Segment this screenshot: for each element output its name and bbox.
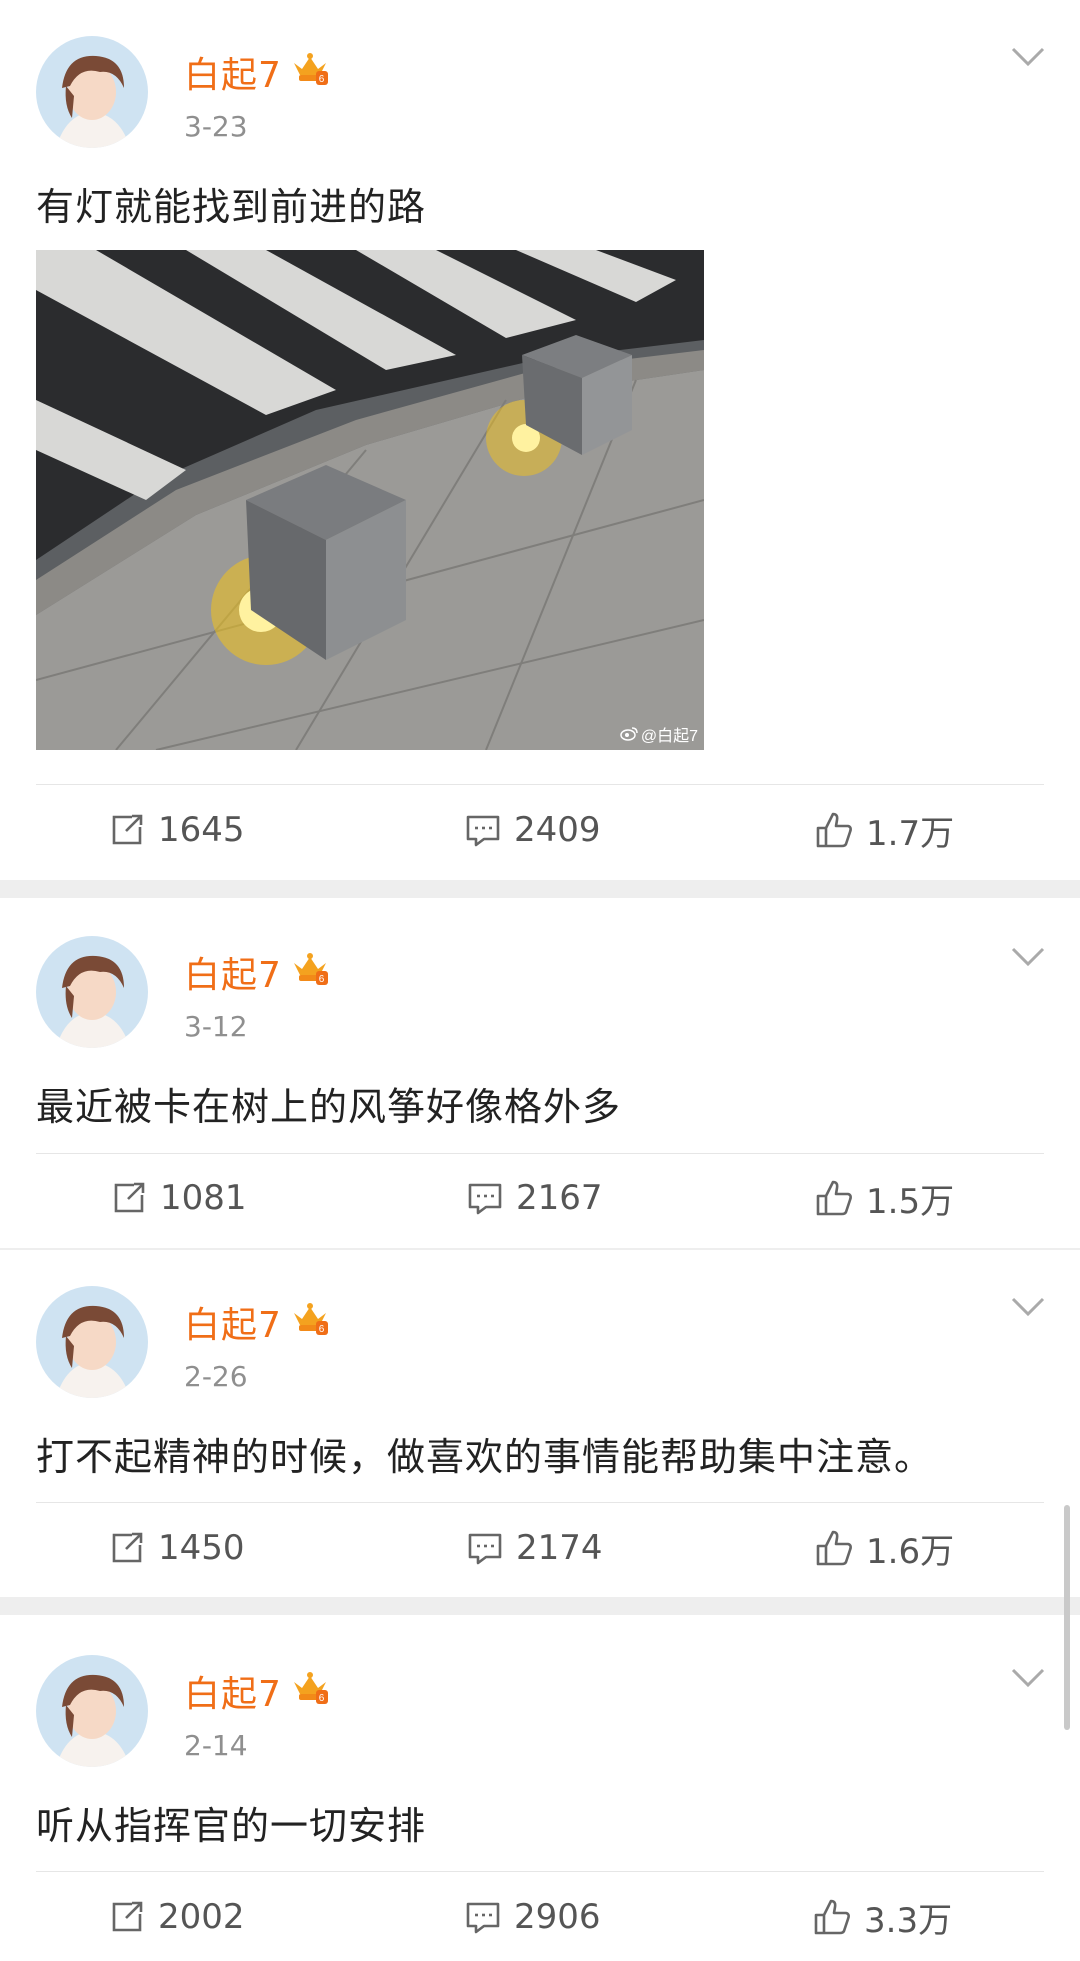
crown-badge-icon: 6 — [290, 1299, 330, 1346]
like-button[interactable]: 1.5万 — [814, 1168, 954, 1228]
chevron-down-icon[interactable] — [1010, 1667, 1046, 1693]
post-2: 白起7 6 3-12 最近被卡在树上的风筝好像格外多 1081 2167 1.5… — [0, 898, 1080, 1248]
comment-count: 2174 — [516, 1528, 603, 1568]
username[interactable]: 白起7 6 — [184, 1665, 330, 1717]
post-text: 最近被卡在树上的风筝好像格外多 — [36, 1085, 622, 1129]
divider — [36, 1153, 1044, 1154]
post-date: 3-23 — [184, 110, 248, 143]
repost-button[interactable]: 2002 — [108, 1887, 245, 1947]
repost-icon — [112, 1901, 143, 1932]
svg-text:6: 6 — [319, 74, 326, 85]
repost-button[interactable]: 1450 — [108, 1518, 245, 1578]
comment-count: 2167 — [516, 1178, 603, 1218]
comment-icon — [468, 1533, 502, 1565]
post-date: 3-12 — [184, 1010, 248, 1043]
username[interactable]: 白起7 6 — [184, 1296, 330, 1348]
username-text[interactable]: 白起7 — [184, 1665, 282, 1717]
avatar-icon — [36, 936, 148, 1048]
comment-button[interactable]: 2409 — [464, 800, 601, 860]
weibo-logo-icon — [620, 727, 638, 741]
repost-button[interactable]: 1645 — [108, 800, 245, 860]
thumbs-up-icon — [816, 812, 852, 848]
like-count: 1.6万 — [866, 1531, 955, 1572]
image-watermark: @白起7 — [620, 722, 698, 746]
divider — [36, 1502, 1044, 1503]
comment-button[interactable]: 2174 — [466, 1518, 603, 1578]
avatar[interactable] — [36, 36, 148, 148]
action-bar: 1450 2174 1.6万 — [0, 1518, 1080, 1578]
avatar[interactable] — [36, 1655, 148, 1767]
repost-icon — [114, 1182, 145, 1213]
comment-count: 2409 — [514, 810, 601, 850]
repost-icon — [112, 1532, 143, 1563]
chevron-down-icon[interactable] — [1010, 1296, 1046, 1322]
avatar[interactable] — [36, 936, 148, 1048]
crown-badge-icon: 6 — [290, 1668, 330, 1715]
watermark-text: @白起7 — [640, 728, 698, 745]
post-4: 白起7 6 2-14 听从指挥官的一切安排 2002 2906 3.3万 — [0, 1615, 1080, 1961]
repost-icon — [112, 814, 143, 845]
svg-text:6: 6 — [319, 974, 326, 985]
divider — [36, 1871, 1044, 1872]
thumbs-up-icon — [816, 1180, 852, 1216]
post-text: 打不起精神的时候，做喜欢的事情能帮助集中注意。 — [36, 1435, 934, 1479]
username[interactable]: 白起7 6 — [184, 46, 330, 98]
street-lights-photo — [36, 250, 704, 750]
thumbs-up-icon — [814, 1899, 850, 1935]
post-image[interactable]: @白起7 — [36, 250, 704, 750]
divider — [36, 784, 1044, 785]
repost-count: 2002 — [158, 1897, 245, 1937]
scrollbar[interactable] — [1064, 1505, 1070, 1730]
comment-count: 2906 — [514, 1897, 601, 1937]
post-separator — [0, 1597, 1080, 1615]
avatar-icon — [36, 1655, 148, 1767]
avatar-icon — [36, 1286, 148, 1398]
like-button[interactable]: 1.6万 — [814, 1518, 954, 1578]
like-count: 1.7万 — [866, 813, 955, 854]
repost-button[interactable]: 1081 — [110, 1168, 247, 1228]
action-bar: 1645 2409 1.7万 — [0, 800, 1080, 860]
post-separator — [0, 880, 1080, 898]
username[interactable]: 白起7 6 — [184, 946, 330, 998]
avatar-icon — [36, 36, 148, 148]
comment-button[interactable]: 2167 — [466, 1168, 603, 1228]
repost-count: 1450 — [158, 1528, 245, 1568]
like-count: 1.5万 — [866, 1181, 955, 1222]
username-text[interactable]: 白起7 — [184, 1296, 282, 1348]
svg-text:6: 6 — [319, 1324, 326, 1335]
thumbs-up-icon — [816, 1530, 852, 1566]
comment-icon — [466, 1902, 500, 1934]
post-text: 听从指挥官的一切安排 — [36, 1804, 427, 1848]
post-date: 2-14 — [184, 1729, 248, 1762]
comment-button[interactable]: 2906 — [464, 1887, 601, 1947]
like-button[interactable]: 3.3万 — [812, 1887, 952, 1947]
post-3: 白起7 6 2-26 打不起精神的时候，做喜欢的事情能帮助集中注意。 1450 … — [0, 1250, 1080, 1597]
action-bar: 1081 2167 1.5万 — [0, 1168, 1080, 1228]
repost-count: 1645 — [158, 810, 245, 850]
comment-icon — [468, 1183, 502, 1215]
chevron-down-icon[interactable] — [1010, 946, 1046, 972]
username-text[interactable]: 白起7 — [184, 46, 282, 98]
svg-text:6: 6 — [319, 1693, 326, 1704]
repost-count: 1081 — [160, 1178, 247, 1218]
post-date: 2-26 — [184, 1360, 248, 1393]
chevron-down-icon[interactable] — [1010, 46, 1046, 72]
like-count: 3.3万 — [864, 1900, 953, 1941]
avatar[interactable] — [36, 1286, 148, 1398]
like-button[interactable]: 1.7万 — [814, 800, 954, 860]
action-bar: 2002 2906 3.3万 — [0, 1887, 1080, 1947]
comment-icon — [466, 815, 500, 847]
username-text[interactable]: 白起7 — [184, 946, 282, 998]
post-text: 有灯就能找到前进的路 — [36, 185, 427, 229]
crown-badge-icon: 6 — [290, 49, 330, 96]
crown-badge-icon: 6 — [290, 949, 330, 996]
post-1: 白起7 6 3-23 有灯就能找到前进的路 @白起7 1645 2409 1.7… — [0, 0, 1080, 880]
